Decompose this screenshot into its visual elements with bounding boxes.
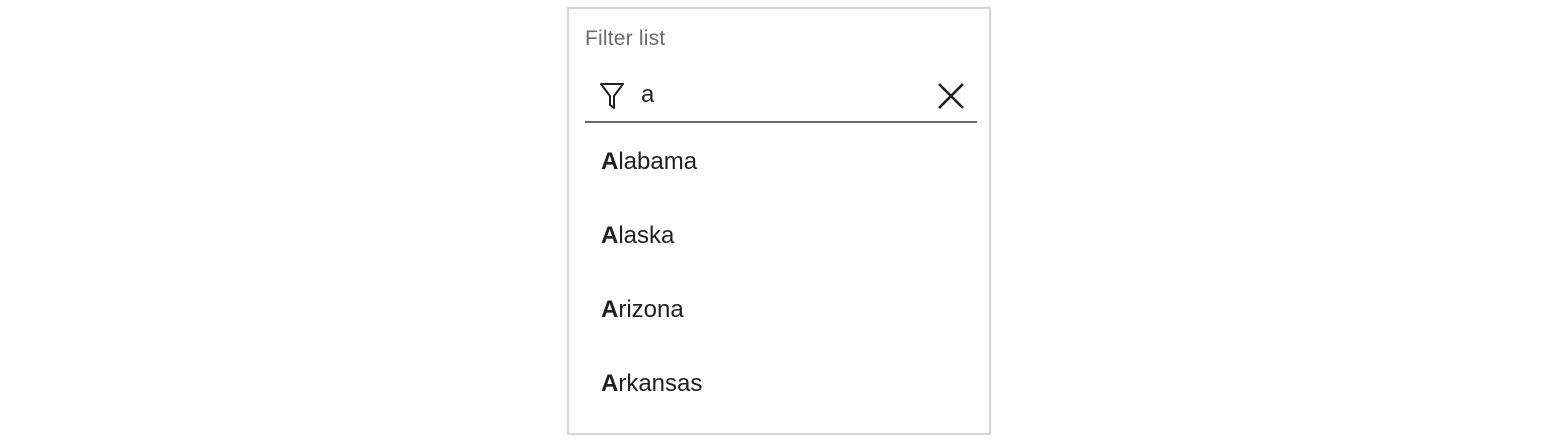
- item-rest-text: laska: [618, 222, 675, 249]
- list-item-arizona[interactable]: Arizona: [585, 273, 977, 347]
- list-item-arkansas[interactable]: Arkansas: [585, 347, 977, 421]
- filter-label: Filter list: [585, 27, 666, 50]
- match-highlight: A: [601, 222, 619, 249]
- item-rest-text: rizona: [618, 296, 684, 323]
- filter-list-panel: Filter list a Alabama Alaska Arizona Ark…: [567, 7, 991, 435]
- filter-funnel-icon: [600, 83, 624, 109]
- match-highlight: A: [601, 370, 619, 397]
- match-highlight: A: [601, 148, 619, 175]
- filter-input-value[interactable]: a: [641, 81, 654, 109]
- item-rest-text: rkansas: [618, 370, 703, 397]
- filter-input[interactable]: a: [585, 71, 977, 123]
- match-highlight: A: [601, 296, 619, 323]
- item-rest-text: labama: [618, 148, 698, 175]
- results-list: Alabama Alaska Arizona Arkansas: [585, 125, 977, 421]
- list-item-alabama[interactable]: Alabama: [585, 125, 977, 199]
- list-item-alaska[interactable]: Alaska: [585, 199, 977, 273]
- close-x-icon[interactable]: [937, 82, 965, 110]
